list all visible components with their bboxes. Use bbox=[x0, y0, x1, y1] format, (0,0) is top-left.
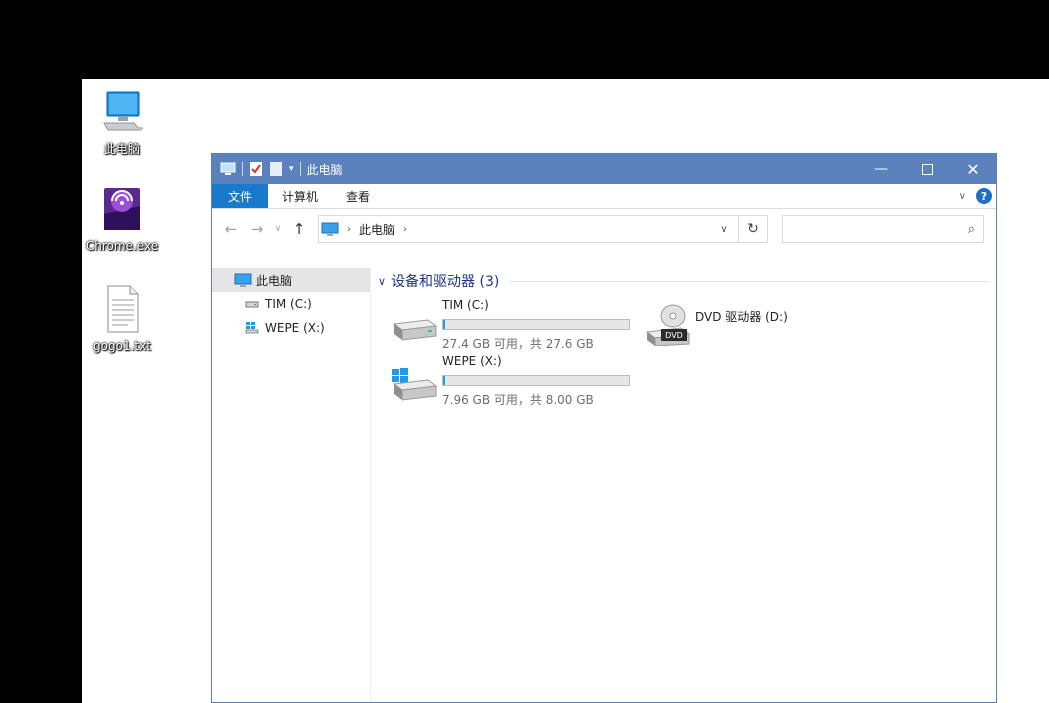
sidebar-item-tim-c[interactable]: TIM (C:) bbox=[212, 292, 370, 316]
toolbar-separator bbox=[299, 162, 301, 176]
group-header-devices-and-drives[interactable]: ∨ 设备和驱动器 (3) bbox=[378, 268, 990, 294]
maximize-icon bbox=[921, 163, 933, 175]
minimize-button[interactable]: — bbox=[858, 154, 904, 184]
drive-usage-fill bbox=[443, 376, 445, 385]
drive-icon bbox=[245, 301, 259, 308]
up-button[interactable]: ↑ bbox=[286, 220, 312, 238]
quick-access-toolbar: ▾ bbox=[212, 161, 301, 177]
computer-icon bbox=[103, 91, 143, 131]
drive-item-wepe-x[interactable]: WEPE (X:) 7.96 GB 可用，共 8.00 GB bbox=[390, 354, 640, 407]
navigation-bar: ← → ∨ ↑ › 此电脑 › ∨ ↻ ⌕ bbox=[212, 209, 996, 249]
desktop-icon-label: Chrome.exe bbox=[85, 239, 159, 253]
hard-drive-icon bbox=[392, 319, 438, 341]
sidebar-item-this-pc[interactable]: 此电脑 bbox=[212, 268, 370, 292]
chrome-exe-icon bbox=[104, 188, 140, 230]
sidebar-item-label: 此电脑 bbox=[256, 273, 293, 288]
drive-space-info: 7.96 GB 可用，共 8.00 GB bbox=[442, 393, 594, 407]
breadcrumb-chevron-icon[interactable]: › bbox=[347, 224, 351, 235]
group-divider bbox=[509, 280, 990, 282]
up-arrow-icon: ↑ bbox=[292, 220, 306, 238]
drive-usage-bar bbox=[442, 319, 630, 330]
back-button[interactable]: ← bbox=[218, 220, 244, 238]
sidebar-item-label: TIM (C:) bbox=[265, 297, 312, 311]
content-pane: ∨ 设备和驱动器 (3) TIM (C:) 27.4 GB 可用，共 27.6 … bbox=[370, 268, 996, 702]
refresh-button[interactable]: ↻ bbox=[738, 216, 767, 242]
forward-button[interactable]: → bbox=[244, 220, 270, 238]
desktop-icon-chrome-exe[interactable]: Chrome.exe bbox=[82, 184, 162, 253]
chevron-down-icon: ∨ bbox=[274, 224, 282, 234]
search-input[interactable] bbox=[787, 216, 968, 242]
ribbon-right-controls: ∨ ? bbox=[959, 184, 992, 208]
refresh-icon: ↻ bbox=[747, 221, 759, 237]
computer-icon bbox=[234, 273, 252, 287]
sidebar-item-wepe-x[interactable]: WEPE (X:) bbox=[212, 316, 370, 340]
recent-locations-button[interactable]: ∨ bbox=[270, 224, 286, 234]
sidebar-item-label: WEPE (X:) bbox=[265, 321, 325, 335]
properties-icon[interactable] bbox=[249, 161, 263, 177]
group-title: 设备和驱动器 (3) bbox=[391, 274, 500, 290]
help-icon: ? bbox=[980, 189, 988, 203]
customize-toolbar-chevron-icon[interactable]: ▾ bbox=[289, 164, 294, 174]
windows-drive-icon bbox=[245, 322, 259, 334]
drive-usage-bar bbox=[442, 375, 630, 386]
window-controls: — ✕ bbox=[858, 154, 996, 184]
drive-item-tim-c[interactable]: TIM (C:) 27.4 GB 可用，共 27.6 GB bbox=[390, 298, 640, 351]
ribbon-tabs: 文件 计算机 查看 ∨ ? bbox=[212, 184, 996, 209]
tab-file[interactable]: 文件 bbox=[212, 184, 269, 208]
back-arrow-icon: ← bbox=[224, 220, 238, 238]
computer-icon bbox=[321, 222, 339, 236]
drive-name: DVD 驱动器 (D:) bbox=[695, 310, 788, 324]
minimize-icon: — bbox=[874, 161, 888, 177]
tab-computer[interactable]: 计算机 bbox=[268, 184, 332, 208]
desktop-icon-text-file[interactable]: gogo1.txt bbox=[82, 284, 162, 353]
breadcrumb: › 此电脑 › bbox=[319, 221, 710, 238]
window-title: 此电脑 bbox=[306, 162, 343, 177]
new-folder-icon[interactable] bbox=[269, 161, 283, 177]
drive-name: TIM (C:) bbox=[442, 298, 489, 312]
address-history-dropdown[interactable]: ∨ bbox=[710, 224, 738, 235]
maximize-button[interactable] bbox=[904, 154, 950, 184]
chevron-down-icon: ∨ bbox=[720, 223, 728, 235]
tab-view[interactable]: 查看 bbox=[332, 184, 384, 208]
drive-space-info: 27.4 GB 可用，共 27.6 GB bbox=[442, 337, 594, 351]
close-button[interactable]: ✕ bbox=[950, 154, 996, 184]
navigation-pane: 此电脑 TIM (C:) WEPE (X:) bbox=[212, 268, 371, 702]
toolbar-separator bbox=[242, 162, 243, 176]
dvd-drive-icon: DVD bbox=[645, 304, 691, 346]
dvd-badge: DVD bbox=[665, 331, 683, 340]
drive-item-dvd-d[interactable]: DVD DVD 驱动器 (D:) bbox=[645, 298, 845, 350]
search-icon[interactable]: ⌕ bbox=[968, 222, 975, 237]
close-icon: ✕ bbox=[966, 159, 980, 179]
desktop-icon-this-pc[interactable]: 此电脑 bbox=[82, 89, 162, 157]
expand-ribbon-chevron-icon[interactable]: ∨ bbox=[959, 191, 966, 202]
text-file-icon bbox=[107, 285, 139, 333]
title-bar[interactable]: ▾ 此电脑 — ✕ bbox=[212, 154, 996, 184]
search-box[interactable]: ⌕ bbox=[782, 215, 984, 243]
collapse-chevron-icon[interactable]: ∨ bbox=[378, 275, 386, 288]
forward-arrow-icon: → bbox=[250, 220, 264, 238]
drive-name: WEPE (X:) bbox=[442, 354, 502, 368]
breadcrumb-chevron-icon[interactable]: › bbox=[403, 224, 407, 235]
address-bar[interactable]: › 此电脑 › ∨ ↻ bbox=[318, 215, 768, 243]
help-button[interactable]: ? bbox=[976, 188, 992, 204]
file-explorer-window: ▾ 此电脑 — ✕ 文件 计算机 查看 ∨ ? ← → ∨ ↑ › 此电脑 › … bbox=[211, 153, 997, 703]
desktop-icon-label: 此电脑 bbox=[103, 142, 140, 156]
drive-usage-fill bbox=[443, 320, 445, 329]
windows-drive-icon bbox=[392, 368, 438, 401]
computer-icon bbox=[220, 162, 236, 175]
desktop-icon-label: gogo1.txt bbox=[93, 339, 151, 353]
breadcrumb-item-this-pc[interactable]: 此电脑 bbox=[359, 221, 395, 238]
